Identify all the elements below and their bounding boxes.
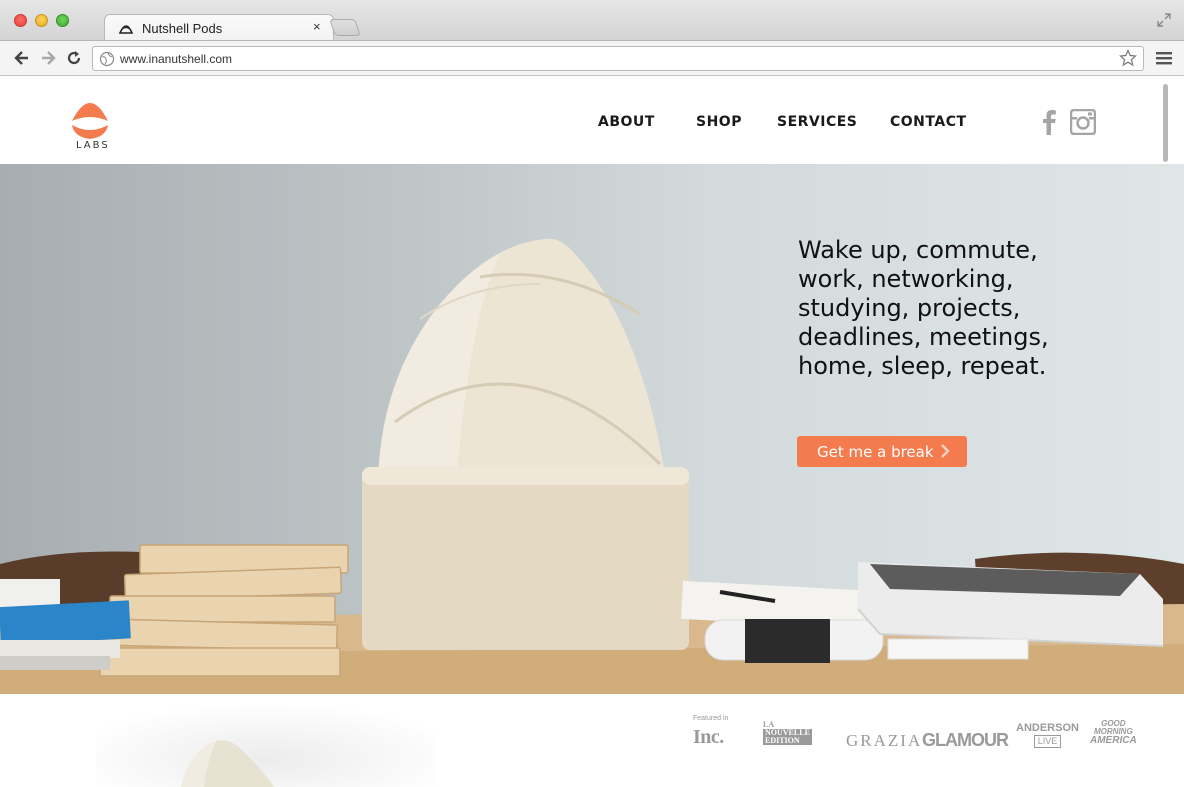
browser-menu-icon[interactable] — [1156, 51, 1172, 65]
featured-in-label: Featured in — [693, 715, 729, 722]
new-tab-button[interactable] — [329, 19, 361, 36]
nav-contact[interactable]: CONTACT — [890, 114, 967, 130]
headline-line: home, sleep, repeat. — [798, 352, 1047, 380]
logo-labs-text: LABS — [76, 140, 110, 151]
browser-tab[interactable]: Nutshell Pods × — [104, 14, 334, 41]
forward-arrow-icon[interactable] — [39, 49, 57, 67]
cta-label: Get me a break — [817, 443, 934, 461]
logo-line: EDITION — [763, 737, 812, 745]
browser-titlebar: Nutshell Pods × — [0, 0, 1184, 41]
globe-icon — [99, 51, 115, 67]
tab-close-icon[interactable]: × — [313, 19, 321, 34]
fullscreen-icon[interactable] — [1156, 12, 1172, 28]
url-text: www.inanutshell.com — [120, 52, 233, 66]
hero-headline: Wake up, commute, work, networking, stud… — [798, 236, 1158, 381]
nav-about[interactable]: ABOUT — [598, 114, 655, 130]
nav-services[interactable]: SERVICES — [777, 114, 857, 130]
headline-line: Wake up, commute, — [798, 236, 1038, 264]
press-logo-glamour: GLAMOUR — [922, 730, 1009, 750]
hero-section: Wake up, commute, work, networking, stud… — [0, 164, 1184, 694]
headline-line: work, networking, — [798, 265, 1014, 293]
logo-line: LIVE — [1033, 735, 1062, 748]
press-logo-grazia: GRAZIA — [846, 731, 923, 750]
headline-line: studying, projects, — [798, 294, 1021, 322]
window-close-button[interactable] — [14, 14, 27, 27]
logo-line: AMERICA — [1090, 735, 1137, 746]
instagram-icon[interactable] — [1070, 109, 1096, 135]
back-arrow-icon[interactable] — [13, 49, 31, 67]
browser-toolbar: www.inanutshell.com — [0, 40, 1184, 76]
bookmark-star-icon[interactable] — [1119, 49, 1137, 67]
page-scrollbar[interactable] — [1163, 84, 1168, 162]
site-header: nutshell+ LABS ABOUT SHOP SERVICES CONTA… — [0, 76, 1184, 164]
press-logo-la-nouvelle-edition: LA NOUVELLE EDITION — [763, 721, 812, 745]
browser-window: Nutshell Pods × www.inanutshell.com nuts… — [0, 0, 1184, 787]
nav-shop[interactable]: SHOP — [696, 114, 742, 130]
web-page: nutshell+ LABS ABOUT SHOP SERVICES CONTA… — [0, 76, 1184, 787]
nutshell-favicon-icon — [119, 25, 133, 34]
address-bar[interactable]: www.inanutshell.com — [92, 46, 1144, 71]
chevron-right-icon — [941, 444, 950, 458]
press-logo-inc: Inc. — [693, 726, 724, 748]
press-section: Featured in Inc. LA NOUVELLE EDITION GRA… — [0, 694, 1184, 787]
press-logo-good-morning-america: GOOD MORNING AMERICA — [1090, 720, 1137, 746]
pod-product-image — [96, 694, 436, 787]
window-maximize-button[interactable] — [56, 14, 69, 27]
facebook-icon[interactable] — [1040, 109, 1058, 135]
window-minimize-button[interactable] — [35, 14, 48, 27]
headline-line: deadlines, meetings, — [798, 323, 1049, 351]
reload-icon[interactable] — [65, 49, 83, 67]
get-me-a-break-button[interactable]: Get me a break — [797, 436, 967, 467]
logo-line: ANDERSON — [1016, 722, 1079, 734]
tab-title: Nutshell Pods — [142, 21, 223, 36]
logo-wordmark: nutshell+ — [73, 118, 107, 126]
press-logo-anderson-live: ANDERSON LIVE — [1016, 722, 1079, 748]
